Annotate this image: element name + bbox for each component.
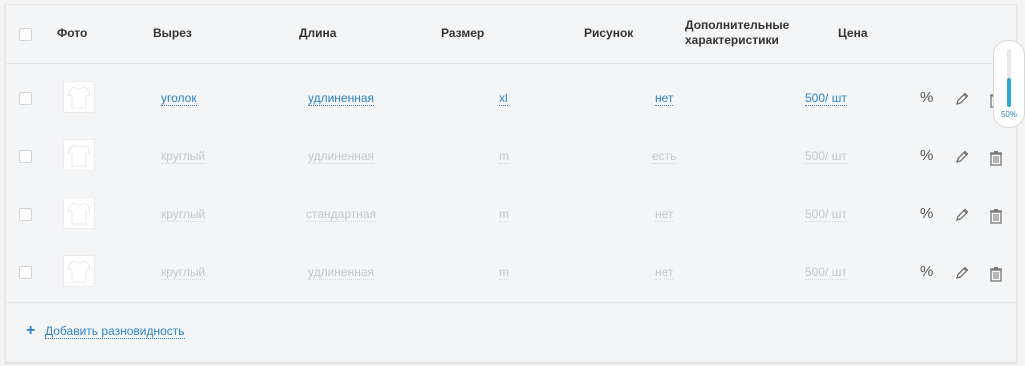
length-value[interactable]: удлиненная	[308, 149, 375, 164]
header-extra-line1: Дополнительные	[685, 18, 790, 32]
tshirt-thumbnail[interactable]	[63, 139, 95, 171]
table-header: Фото Вырез Длина Размер Рисунок Дополнит…	[6, 5, 1016, 64]
tshirt-thumbnail[interactable]	[63, 81, 95, 113]
add-variant-link[interactable]: Добавить разновидность	[45, 324, 185, 339]
edit-pencil-icon[interactable]	[954, 149, 970, 170]
length-value[interactable]: удлиненная	[308, 91, 375, 106]
header-length: Длина	[299, 26, 337, 40]
pattern-value[interactable]: нет	[655, 265, 674, 280]
table-footer: + Добавить разновидность	[6, 302, 1016, 363]
neckline-value[interactable]: круглый	[161, 207, 206, 222]
price-value[interactable]: 500/ шт	[805, 207, 847, 222]
row-checkbox[interactable]	[19, 92, 32, 105]
tshirt-thumbnail[interactable]	[63, 255, 95, 287]
percent-icon[interactable]: %	[920, 147, 933, 164]
header-extra: Дополнительные характеристики	[685, 18, 789, 48]
table-row: круглый удлиненная m нет 500/ шт%	[6, 238, 1016, 296]
header-pattern: Рисунок	[584, 26, 634, 40]
pattern-value[interactable]: нет	[655, 207, 674, 222]
row-checkbox[interactable]	[19, 150, 32, 163]
header-neckline: Вырез	[153, 26, 192, 40]
table-row: круглый стандартная m нет 500/ шт%	[6, 180, 1016, 238]
zoom-fill	[1007, 78, 1011, 107]
edit-pencil-icon[interactable]	[954, 265, 970, 286]
zoom-slider[interactable]: 50%	[993, 40, 1025, 128]
zoom-label: 50%	[1000, 110, 1017, 119]
header-price: Цена	[838, 26, 868, 40]
neckline-value[interactable]: круглый	[161, 149, 206, 164]
size-value[interactable]: xl	[499, 91, 508, 106]
row-checkbox[interactable]	[19, 208, 32, 221]
price-value[interactable]: 500/ шт	[805, 149, 847, 164]
price-value[interactable]: 500/ шт	[805, 265, 847, 280]
length-value[interactable]: удлиненная	[308, 265, 375, 280]
neckline-value[interactable]: уголок	[161, 91, 197, 106]
pattern-value[interactable]: есть	[652, 149, 677, 164]
header-photo: Фото	[57, 26, 88, 40]
delete-trash-icon[interactable]	[989, 150, 1003, 171]
length-value[interactable]: стандартная	[306, 207, 377, 222]
add-plus-icon[interactable]: +	[26, 322, 35, 340]
pattern-value[interactable]: нет	[655, 91, 674, 106]
neckline-value[interactable]: круглый	[161, 265, 206, 280]
tshirt-thumbnail[interactable]	[63, 197, 95, 229]
select-all-checkbox[interactable]	[19, 28, 32, 41]
table-row: уголок удлиненная xl нет 500/ шт%	[6, 64, 1016, 122]
table-row: круглый удлиненная m есть 500/ шт%	[6, 122, 1016, 180]
percent-icon[interactable]: %	[920, 263, 933, 280]
price-value[interactable]: 500/ шт	[805, 91, 847, 106]
variants-panel: Фото Вырез Длина Размер Рисунок Дополнит…	[5, 4, 1017, 363]
size-value[interactable]: m	[499, 265, 509, 280]
percent-icon[interactable]: %	[920, 89, 933, 106]
row-checkbox[interactable]	[19, 266, 32, 279]
header-extra-line2: характеристики	[685, 33, 779, 47]
edit-pencil-icon[interactable]	[954, 91, 970, 112]
edit-pencil-icon[interactable]	[954, 207, 970, 228]
percent-icon[interactable]: %	[920, 205, 933, 222]
size-value[interactable]: m	[499, 149, 509, 164]
header-size: Размер	[441, 26, 485, 40]
delete-trash-icon[interactable]	[989, 266, 1003, 287]
delete-trash-icon[interactable]	[989, 208, 1003, 229]
size-value[interactable]: m	[499, 207, 509, 222]
